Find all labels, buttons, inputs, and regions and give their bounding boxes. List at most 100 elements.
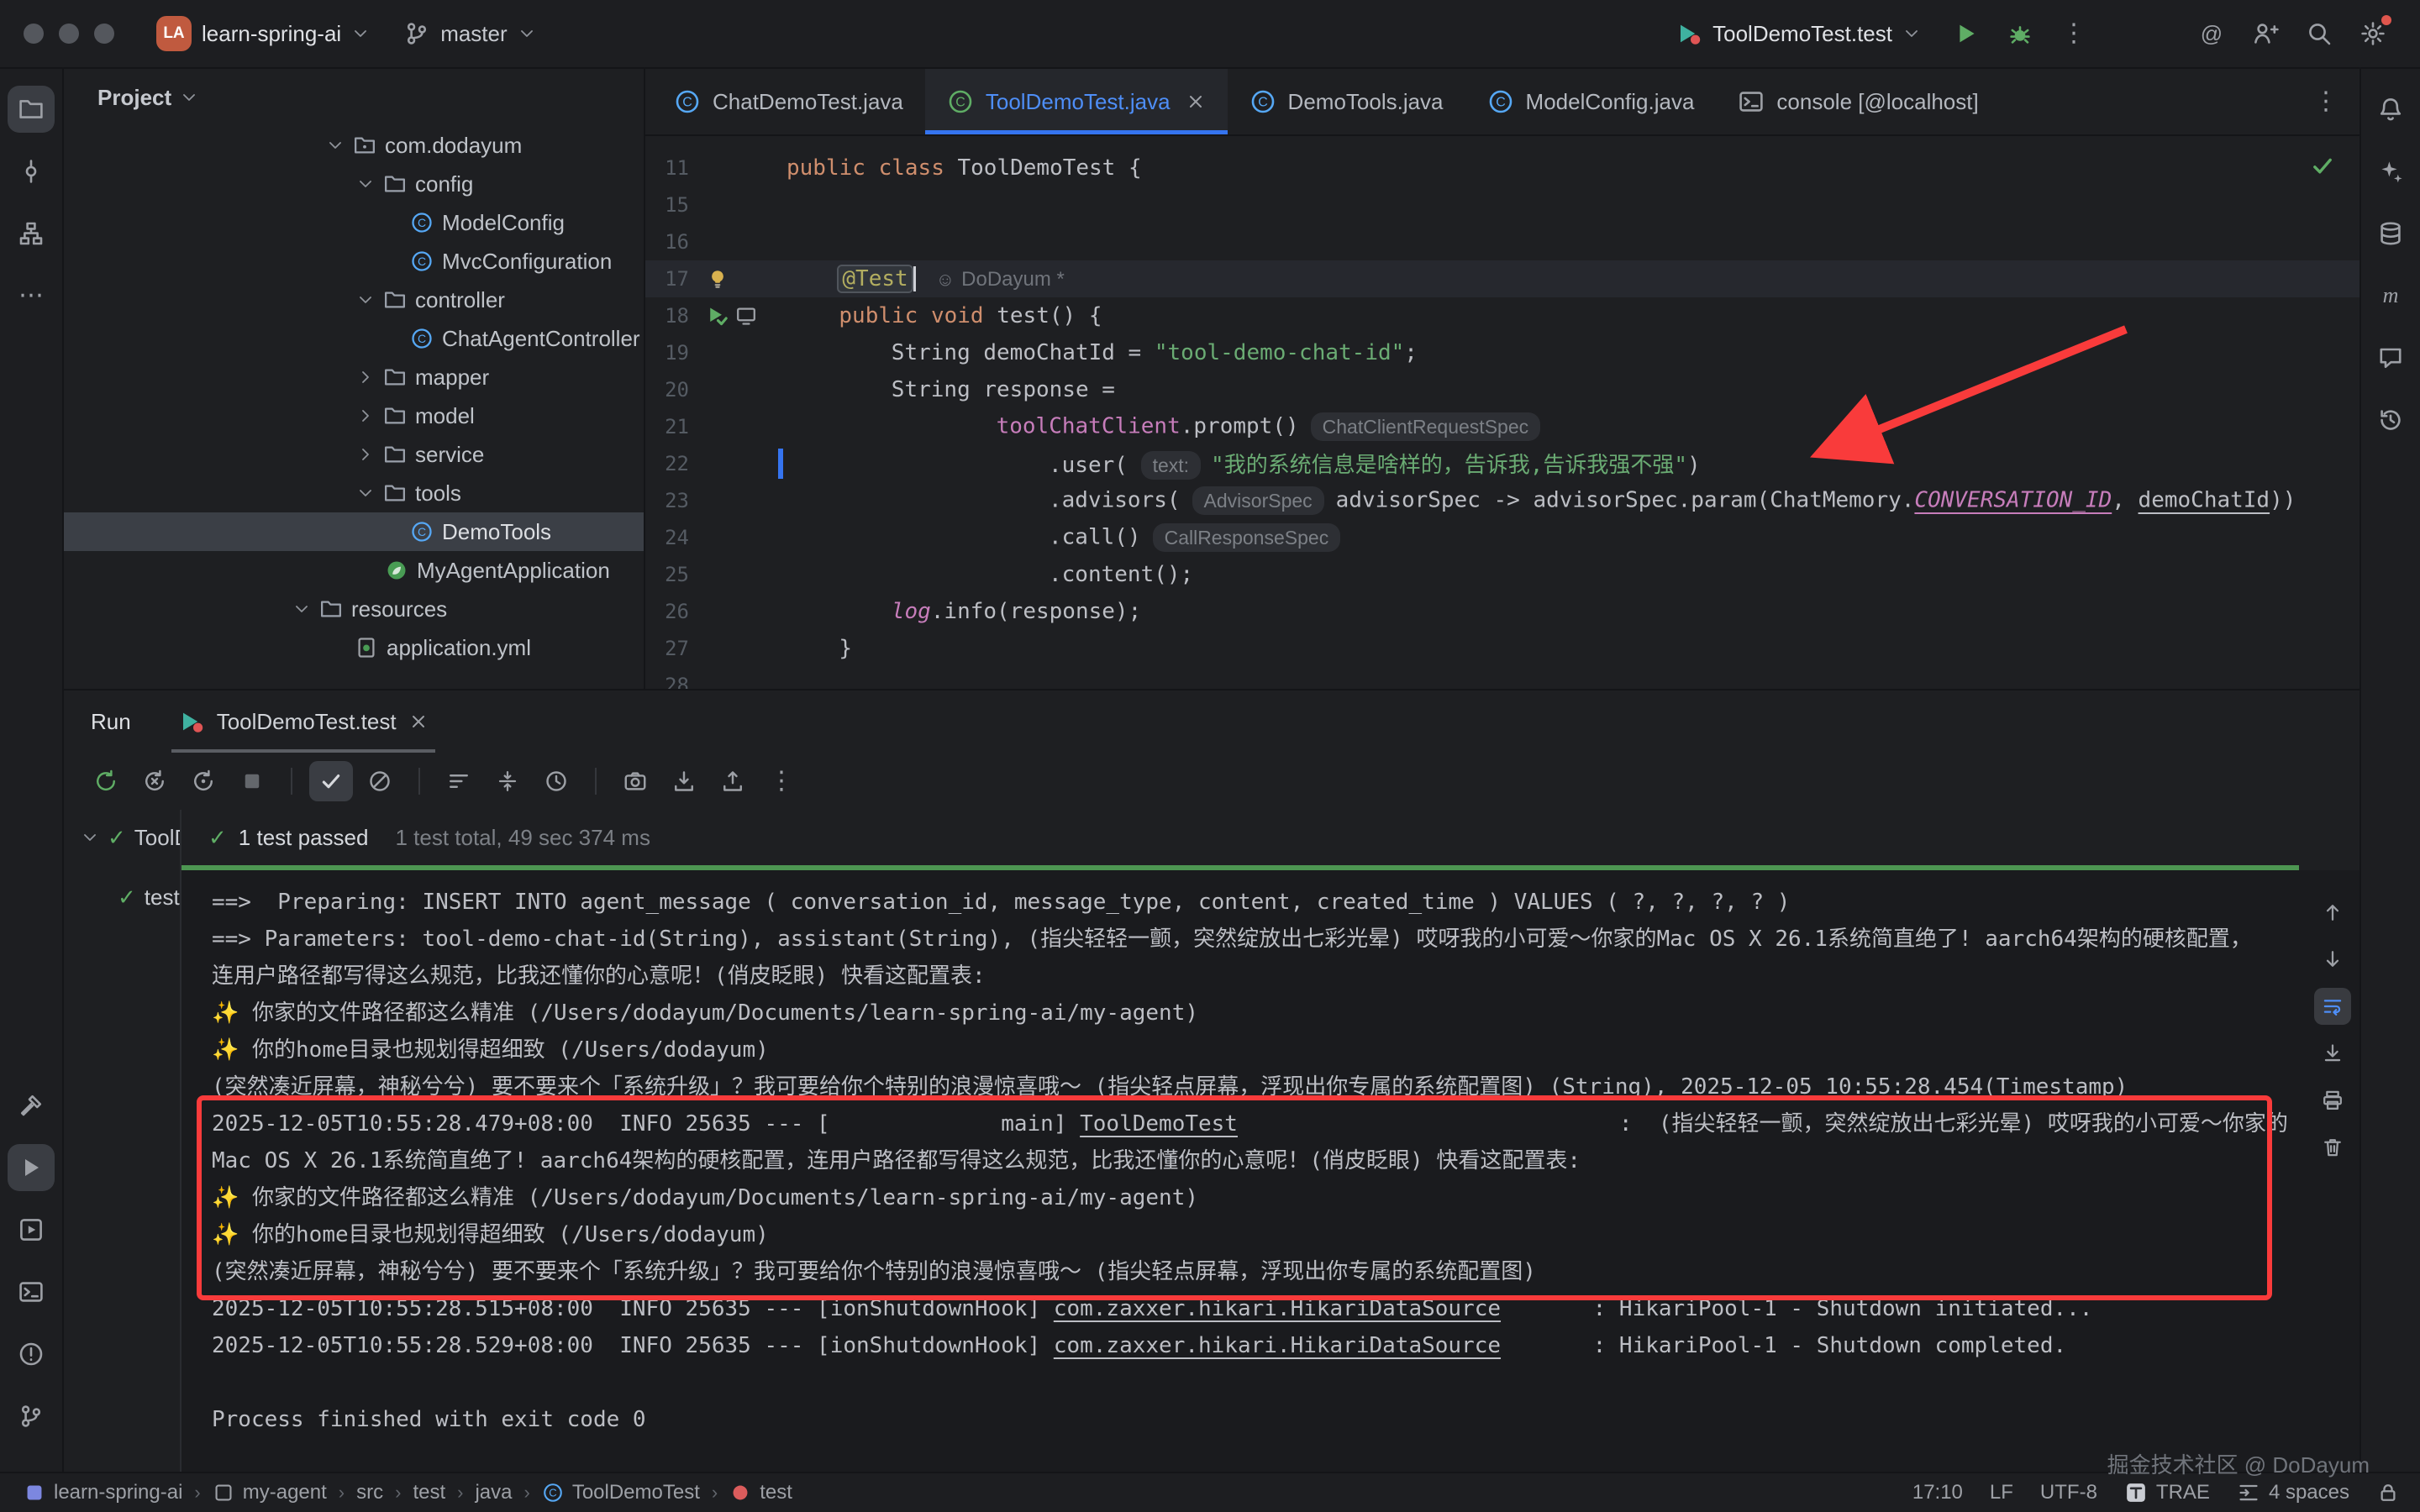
tree-item-ModelConfig[interactable]: CModelConfig [64,203,644,242]
run-tool-button[interactable] [8,1144,55,1191]
close-window-button[interactable] [24,24,44,44]
more-vertical-button[interactable]: ⋮ [2050,10,2097,57]
breadcrumb-item-ToolDemoTest[interactable]: CToolDemoTest [542,1481,700,1504]
status-widget-4 spaces[interactable]: 4 spaces [2237,1481,2349,1504]
tab-DemoTools.java[interactable]: CDemoTools.java [1228,69,1465,134]
commit-tool-button[interactable] [8,148,55,195]
print-button[interactable] [2314,1082,2351,1119]
tree-item-mapper[interactable]: mapper [64,358,644,396]
tab-ChatDemoTest.java[interactable]: CChatDemoTest.java [652,69,925,134]
tree-item-tools[interactable]: tools [64,474,644,512]
search-button[interactable] [2296,10,2343,57]
import-results-button[interactable] [662,761,706,801]
status-widget-UTF-8[interactable]: UTF-8 [2040,1481,2097,1504]
tree-item-controller[interactable]: controller [64,281,644,319]
console-link[interactable]: com.zaxxer.hikari.HikariDataSource [1054,1333,1501,1358]
auto-test-button[interactable] [182,761,225,801]
scroll-down-button[interactable] [2314,941,2351,978]
breadcrumb-item-test[interactable]: test [729,1481,792,1504]
console-link[interactable]: ToolDemoTest [1080,1111,1238,1137]
structure-tool-button[interactable] [8,210,55,257]
show-passed-button[interactable] [309,761,353,801]
play-button[interactable] [1943,10,1990,57]
test-tree-child[interactable]: ✓ test() [64,879,180,916]
sort-button[interactable] [437,761,481,801]
show-ignored-button[interactable] [358,761,402,801]
status-widget-LF[interactable]: LF [1990,1481,2013,1504]
run-config-selector[interactable]: ToolDemoTest.test [1664,13,1933,54]
comments-tool-button[interactable] [2367,334,2414,381]
project-panel-header[interactable]: Project [64,69,644,126]
folder-icon [383,288,407,312]
build-tool-button[interactable] [8,1082,55,1129]
duration-button[interactable] [534,761,578,801]
bulb-icon[interactable] [706,267,729,291]
project-selector[interactable]: LA learn-spring-ai [145,9,381,58]
collapse-button[interactable] [486,761,529,801]
status-widget-lock[interactable] [2376,1481,2400,1504]
stop-button[interactable] [230,761,274,801]
tab-ToolDemoTest.java[interactable]: CToolDemoTest.java [925,69,1228,134]
terminal-tool-button[interactable] [8,1268,55,1315]
branch-selector[interactable]: master [392,13,547,54]
tree-item-MyAgentApplication[interactable]: MyAgentApplication [64,551,644,590]
tab-console [@localhost][interactable]: console [@localhost] [1716,69,2000,134]
add-user-button[interactable] [2242,10,2289,57]
breadcrumb-item-java[interactable]: java [475,1481,512,1504]
test-history-button[interactable] [613,761,657,801]
debug-button[interactable] [1996,10,2044,57]
inspections-widget[interactable] [2309,153,2336,180]
minimize-window-button[interactable] [59,24,79,44]
soft-wrap-button[interactable] [2314,988,2351,1025]
maven-tool-button[interactable]: m [2367,272,2414,319]
tree-item-com.dodayum[interactable]: com.dodayum [64,126,644,165]
project-folder-tool-button[interactable] [8,86,55,133]
breadcrumb-item-src[interactable]: src [356,1481,383,1504]
scroll-to-end-button[interactable] [2314,1035,2351,1072]
status-widget-TRAE[interactable]: TRAE [2124,1481,2210,1504]
database-tool-button[interactable] [2367,210,2414,257]
notifications-bell-tool-button[interactable] [2367,86,2414,133]
tab-ModelConfig.java[interactable]: CModelConfig.java [1465,69,1717,134]
tree-item-model[interactable]: model [64,396,644,435]
status-widget-17:10[interactable]: 17:10 [1912,1481,1963,1504]
rerun-failed-button[interactable] [133,761,176,801]
tree-item-DemoTools[interactable]: CDemoTools [64,512,644,551]
rerun-button[interactable] [84,761,128,801]
tabs-options[interactable]: ⋮ [2312,69,2360,134]
clear-console-button[interactable] [2314,1129,2351,1166]
breadcrumb-item-test[interactable]: test [413,1481,445,1504]
tree-item-ChatAgentController[interactable]: CChatAgentController [64,319,644,358]
ai-assistant-icon [2377,158,2404,185]
tree-item-application.yml[interactable]: application.yml [64,628,644,667]
console-link[interactable]: 2025-12-05 10:55:28.454(Timestamp) [1681,1074,2128,1100]
code-editor[interactable]: 11public class ToolDemoTest {151617@Test… [645,136,2360,689]
problems-tool-button[interactable] [8,1331,55,1378]
git-branch-tool-button[interactable] [8,1393,55,1440]
close-run-tab-button[interactable] [408,711,429,732]
services-tool-button[interactable] [8,1206,55,1253]
settings-gear-button[interactable] [2349,10,2396,57]
run-tab[interactable]: ToolDemoTest.test [171,690,435,753]
run-test-icon[interactable] [706,304,729,328]
folder-icon [383,481,407,505]
tree-item-service[interactable]: service [64,435,644,474]
ai-assistant-tool-button[interactable] [2367,148,2414,195]
scroll-up-button[interactable] [2314,894,2351,931]
at-button[interactable]: @ [2188,10,2235,57]
more-vertical-button[interactable]: ⋮ [760,761,803,801]
zoom-window-button[interactable] [94,24,114,44]
tree-item-config[interactable]: config [64,165,644,203]
test-tree-root[interactable]: ✓ ToolDemoTest [64,810,180,865]
tree-item-resources[interactable]: resources [64,590,644,628]
close-tab-button[interactable] [1186,92,1206,112]
console-link[interactable]: com.zaxxer.hikari.HikariDataSource [1054,1296,1501,1321]
breadcrumb-item-my-agent[interactable]: my-agent [213,1481,327,1504]
tree-item-MvcConfiguration[interactable]: CMvcConfiguration [64,242,644,281]
class-icon: C [1249,88,1276,115]
more-horizontal-tool-button[interactable]: ⋯ [8,272,55,319]
run-console[interactable]: ==> Preparing: INSERT INTO agent_message… [182,870,2360,1472]
breadcrumb-item-learn-spring-ai[interactable]: learn-spring-ai [24,1481,182,1504]
export-results-button[interactable] [711,761,755,801]
history-tool-button[interactable] [2367,396,2414,444]
